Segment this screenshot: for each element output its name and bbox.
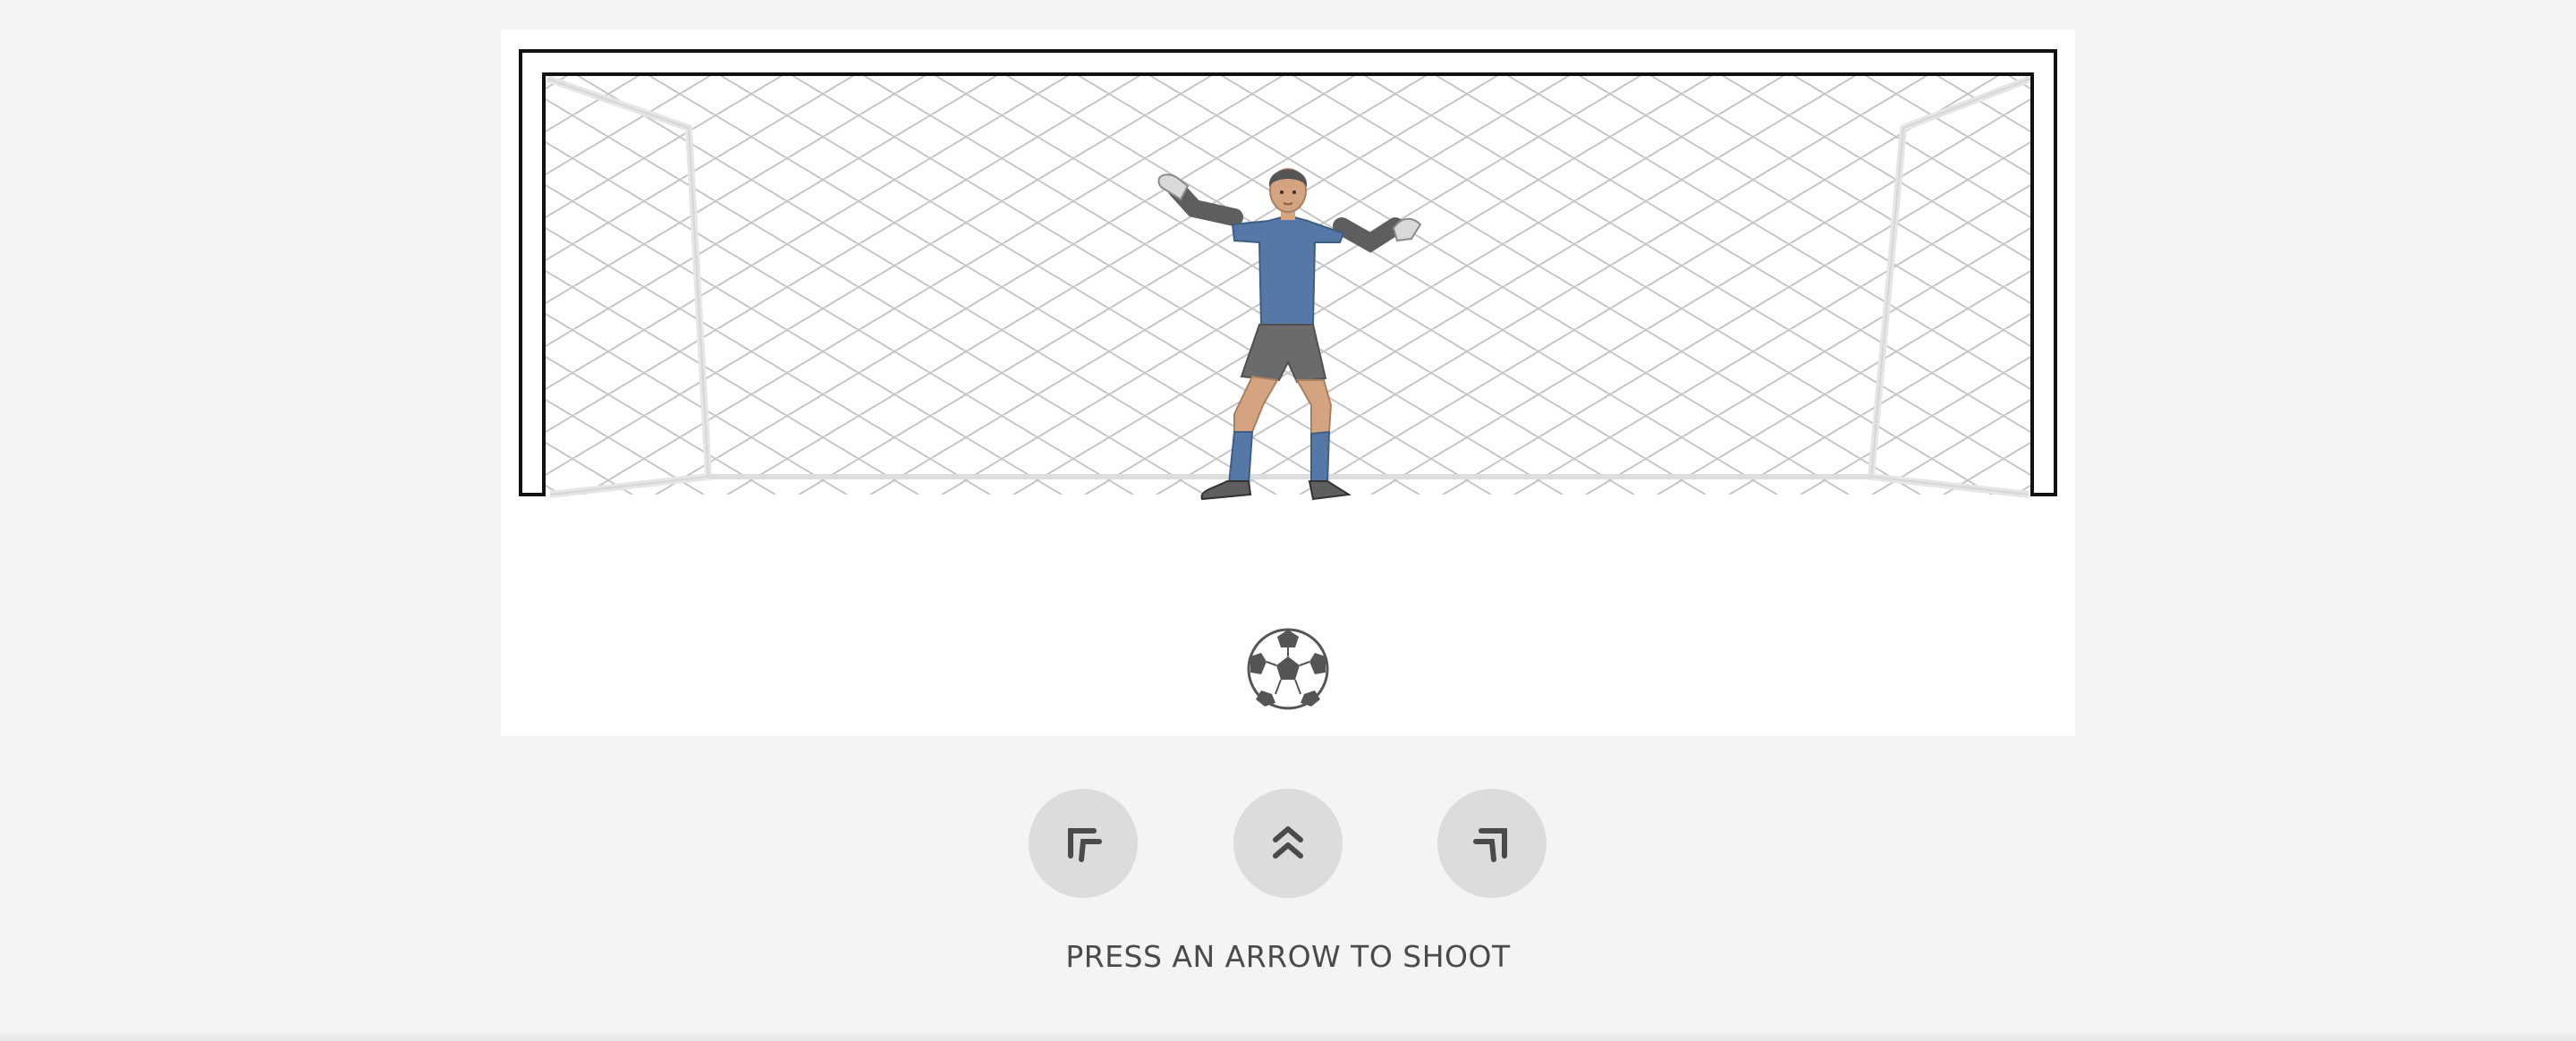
arrow-up-left-icon xyxy=(1068,828,1102,862)
shoot-left-button[interactable] xyxy=(1029,789,1138,898)
game-field xyxy=(501,30,2075,736)
soccer-ball-icon xyxy=(1247,628,1329,710)
arrow-up-right-icon xyxy=(1473,828,1507,862)
shoot-center-button[interactable] xyxy=(1233,789,1343,898)
double-chevron-up-icon xyxy=(1273,826,1303,859)
instruction-text: PRESS AN ARROW TO SHOOT xyxy=(1065,939,1511,974)
goal-scene xyxy=(519,49,2057,710)
shoot-right-button[interactable] xyxy=(1437,789,1546,898)
bottom-divider xyxy=(0,1032,2576,1041)
